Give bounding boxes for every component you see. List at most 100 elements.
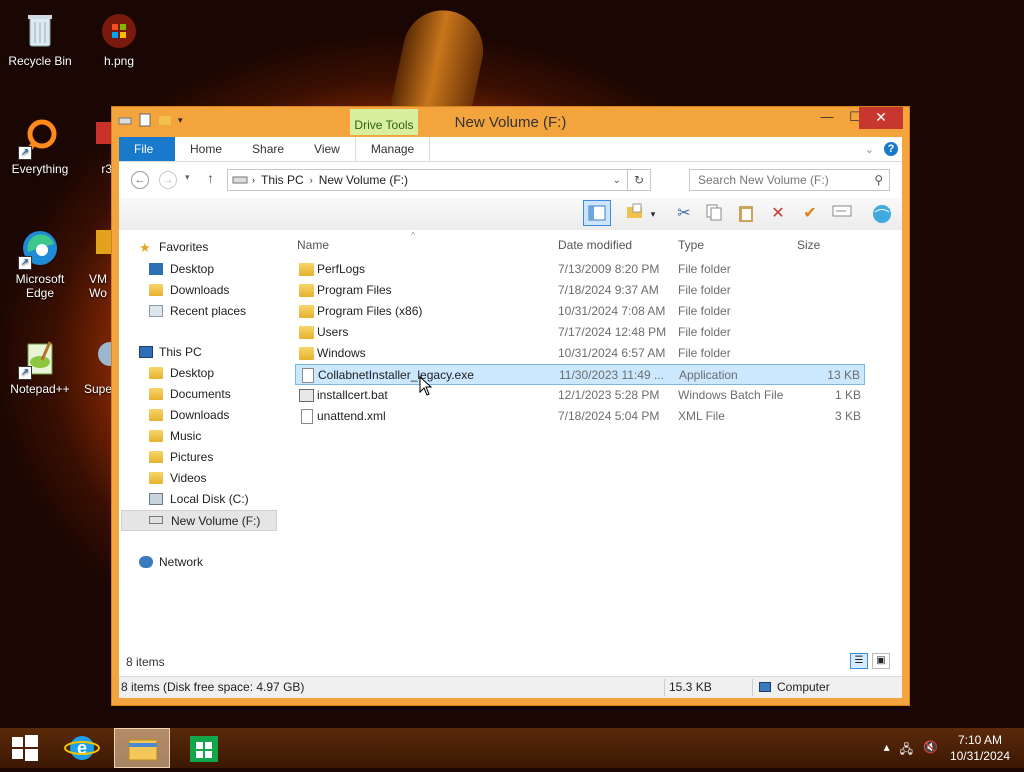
tab-file[interactable]: File bbox=[119, 137, 175, 161]
nav-favorites-desktop[interactable]: Desktop bbox=[149, 259, 307, 280]
title-bar[interactable]: ▾ Drive Tools New Volume (F:) — ☐ ✕ bbox=[112, 107, 909, 137]
videos-folder-icon bbox=[149, 472, 163, 484]
taskbar-file-explorer[interactable] bbox=[114, 728, 170, 768]
vmware-icon bbox=[94, 228, 112, 268]
tab-home[interactable]: Home bbox=[175, 137, 237, 161]
search-input[interactable]: Search New Volume (F:) ⚲ bbox=[689, 169, 890, 191]
nav-this-pc-new-volume-f[interactable]: New Volume (F:) bbox=[121, 510, 277, 531]
large-icons-view-icon[interactable]: ▣ bbox=[872, 653, 890, 669]
navigation-bar: ← → ▾ ↑ › This PC › New Volume (F:) ⌄ ↻ … bbox=[119, 162, 902, 198]
desktop-icon-vmware[interactable]: VM Wo bbox=[84, 228, 112, 300]
tab-manage[interactable]: Manage bbox=[354, 137, 431, 161]
status-disk-info: 8 items (Disk free space: 4.97 GB) bbox=[121, 680, 305, 694]
file-explorer-window[interactable]: ▾ Drive Tools New Volume (F:) — ☐ ✕ File… bbox=[111, 106, 910, 706]
nav-this-pc-local-disk-c[interactable]: Local Disk (C:) bbox=[149, 489, 307, 510]
desktop-icon-notepad-plus-plus[interactable]: ↗ Notepad++ bbox=[5, 338, 75, 396]
forward-button[interactable]: → bbox=[159, 171, 177, 189]
file-row-selected[interactable]: CollabnetInstaller_legacy.exe 11/30/2023… bbox=[295, 364, 865, 385]
desktop-icon-everything[interactable]: ↗ Everything bbox=[5, 118, 75, 176]
taskbar-store[interactable] bbox=[176, 728, 232, 768]
file-row[interactable]: PerfLogs 7/13/2009 8:20 PM File folder bbox=[295, 259, 865, 280]
ribbon-tabs: File Home Share View Manage ⌄ ? bbox=[119, 137, 902, 162]
desktop-icon-label: Notepad++ bbox=[10, 382, 70, 396]
check-icon[interactable]: ✔ bbox=[799, 203, 821, 225]
cut-icon[interactable]: ✂ bbox=[673, 203, 695, 225]
status-divider bbox=[752, 679, 753, 696]
properties-icon[interactable] bbox=[138, 113, 152, 127]
file-row[interactable]: Program Files (x86) 10/31/2024 7:08 AM F… bbox=[295, 301, 865, 322]
file-row[interactable]: Windows 10/31/2024 6:57 AM File folder bbox=[295, 343, 865, 364]
drive-tools-contextual-tab[interactable]: Drive Tools bbox=[350, 109, 418, 135]
tab-view[interactable]: View bbox=[299, 137, 355, 161]
copy-icon[interactable] bbox=[703, 203, 725, 225]
help-icon[interactable]: ? bbox=[884, 142, 898, 156]
qat-customize-icon[interactable]: ▾ bbox=[178, 113, 192, 127]
close-button[interactable]: ✕ bbox=[859, 107, 903, 129]
nav-this-pc[interactable]: This PC bbox=[139, 342, 297, 363]
breadcrumb-separator-icon: › bbox=[252, 175, 255, 185]
content-area: ★ Favorites Desktop Downloads Recent pla… bbox=[119, 230, 902, 677]
delete-icon[interactable]: ✕ bbox=[767, 203, 789, 225]
nav-favorites[interactable]: ★ Favorites bbox=[139, 237, 297, 258]
nav-this-pc-videos[interactable]: Videos bbox=[149, 468, 307, 489]
breadcrumb-new-volume[interactable]: New Volume (F:) bbox=[319, 173, 408, 187]
file-row[interactable]: Users 7/17/2024 12:48 PM File folder bbox=[295, 322, 865, 343]
tab-share[interactable]: Share bbox=[237, 137, 299, 161]
recent-locations-icon[interactable]: ▾ bbox=[185, 172, 190, 183]
column-header-name[interactable]: Name bbox=[297, 238, 329, 252]
new-folder-icon[interactable] bbox=[158, 113, 172, 127]
file-row[interactable]: installcert.bat 12/1/2023 5:28 PM Window… bbox=[295, 385, 865, 406]
column-header-size[interactable]: Size bbox=[797, 238, 820, 252]
drive-icon bbox=[149, 516, 163, 524]
folder-dropdown-icon[interactable]: ▾ bbox=[646, 203, 660, 225]
desktop-icon-recycle-bin[interactable]: Recycle Bin bbox=[5, 10, 75, 68]
navigation-pane-icon[interactable] bbox=[583, 200, 611, 226]
start-button[interactable] bbox=[0, 728, 56, 768]
folder-icon bbox=[299, 305, 314, 318]
paste-icon[interactable] bbox=[735, 203, 757, 225]
column-header-date-modified[interactable]: Date modified bbox=[558, 238, 632, 252]
refresh-icon[interactable]: ↻ bbox=[626, 170, 650, 190]
open-folder-icon[interactable] bbox=[624, 203, 646, 225]
nav-favorites-downloads[interactable]: Downloads bbox=[149, 280, 307, 301]
address-dropdown-icon[interactable]: ⌄ bbox=[613, 175, 621, 186]
expand-ribbon-icon[interactable]: ⌄ bbox=[865, 143, 874, 156]
volume-muted-icon[interactable]: 🔇 bbox=[923, 740, 938, 761]
status-bar: 8 items (Disk free space: 4.97 GB) 15.3 … bbox=[119, 676, 902, 698]
taskbar-internet-explorer[interactable]: e bbox=[56, 728, 112, 768]
nav-this-pc-documents[interactable]: Documents bbox=[149, 384, 307, 405]
desktop-icon-h-png[interactable]: h.png bbox=[84, 10, 154, 68]
desktop-icon-super[interactable]: Supe bbox=[84, 338, 112, 396]
column-header-type[interactable]: Type bbox=[678, 238, 704, 252]
back-button[interactable]: ← bbox=[131, 171, 149, 189]
folder-icon bbox=[299, 326, 314, 339]
desktop-icon-label: h.png bbox=[103, 54, 135, 68]
show-hidden-icons-icon[interactable]: ▴ bbox=[884, 740, 890, 761]
network-status-icon[interactable]: 🖧 bbox=[900, 740, 913, 761]
file-row[interactable]: unattend.xml 7/18/2024 5:04 PM XML File … bbox=[295, 406, 865, 427]
desktop-icon-microsoft-edge[interactable]: ↗ Microsoft Edge bbox=[5, 228, 75, 300]
rename-icon[interactable] bbox=[831, 203, 853, 225]
file-row[interactable]: Program Files 7/18/2024 9:37 AM File fol… bbox=[295, 280, 865, 301]
desktop-icon-r3[interactable]: r3 bbox=[84, 118, 112, 176]
drive-icon[interactable] bbox=[118, 113, 132, 127]
nav-this-pc-downloads[interactable]: Downloads bbox=[149, 405, 307, 426]
desktop-folder-icon bbox=[149, 367, 163, 379]
navigation-pane: ★ Favorites Desktop Downloads Recent pla… bbox=[119, 230, 289, 677]
breadcrumb-separator-icon: › bbox=[309, 175, 313, 185]
app-icon bbox=[94, 338, 112, 378]
up-arrow-icon[interactable]: ↑ bbox=[207, 170, 214, 186]
clock[interactable]: 7:10 AM 10/31/2024 bbox=[950, 732, 1010, 764]
address-bar[interactable]: › This PC › New Volume (F:) ⌄ ↻ bbox=[227, 169, 651, 191]
nav-favorites-recent-places[interactable]: Recent places bbox=[149, 301, 307, 322]
nav-this-pc-pictures[interactable]: Pictures bbox=[149, 447, 307, 468]
breadcrumb-this-pc[interactable]: This PC bbox=[261, 173, 304, 187]
nav-network[interactable]: Network bbox=[139, 552, 297, 573]
desktop-icon-label: VM Wo bbox=[89, 272, 107, 300]
clock-time: 7:10 AM bbox=[957, 733, 1002, 747]
nav-this-pc-music[interactable]: Music bbox=[149, 426, 307, 447]
minimize-button[interactable]: — bbox=[813, 107, 841, 129]
details-view-icon[interactable]: ☰ bbox=[850, 653, 868, 669]
globe-icon[interactable] bbox=[871, 203, 893, 225]
nav-this-pc-desktop[interactable]: Desktop bbox=[149, 363, 307, 384]
